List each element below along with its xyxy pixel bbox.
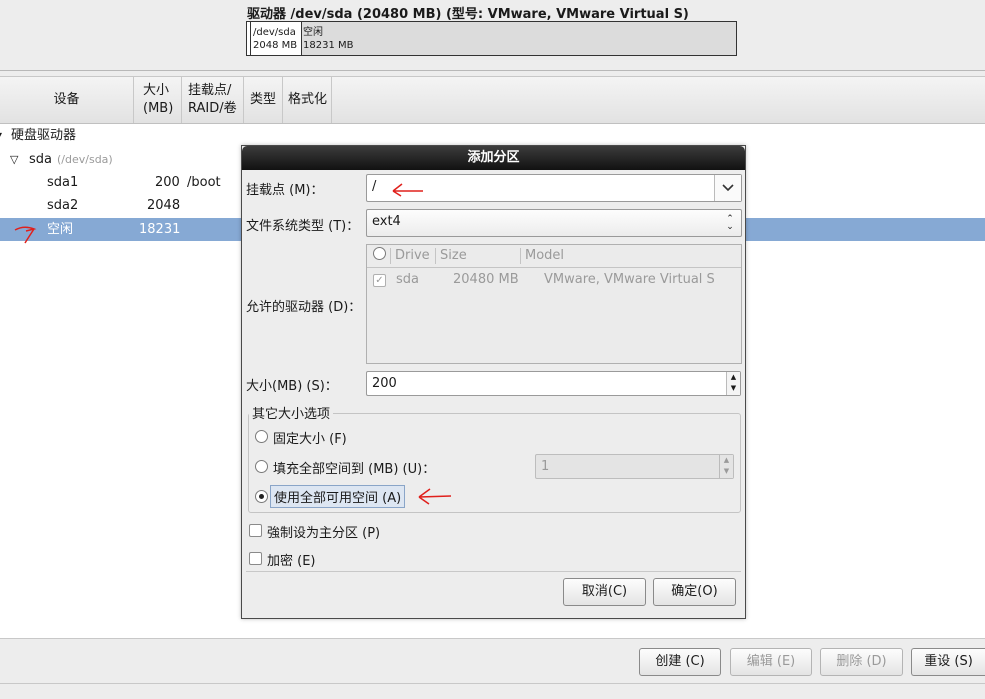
disk-name: sda (29, 152, 52, 167)
tree-header: 设备 大小 (MB) 挂载点/ RAID/卷 类型 格式化 (0, 77, 985, 124)
filesystem-select[interactable]: ext4 ⌃ ⌄ (366, 209, 742, 237)
annotation-arrow-icon (14, 226, 37, 244)
fill-all-label[interactable]: 使用全部可用空间 (A) (270, 485, 406, 508)
drive-size: 20480 MB (453, 272, 519, 287)
tree-row-hard-drives[interactable]: ▾ 硬盘驱动器 (0, 124, 985, 147)
filesystem-value: ext4 (372, 214, 401, 229)
column-device[interactable]: 设备 (0, 77, 134, 123)
select-arrows-icon[interactable]: ⌃ ⌄ (719, 210, 741, 236)
device-name: sda2 (47, 198, 79, 213)
segment-free-size: 18231 MB (303, 40, 354, 51)
dialog-title: 添加分区 (242, 146, 745, 170)
fill-upto-spinbox[interactable]: 1 ▲ ▼ (535, 454, 734, 479)
disk-path: (/dev/sda) (57, 153, 113, 166)
separator (246, 571, 741, 572)
cancel-button[interactable]: 取消(C) (563, 578, 646, 606)
fill-upto-value: 1 (541, 459, 550, 474)
column-format[interactable]: 格式化 (283, 77, 332, 123)
device-name: sda1 (47, 175, 79, 190)
header-check-icon (373, 247, 386, 260)
fill-all-radio[interactable] (255, 490, 268, 503)
segment-sda2-size: 2048 MB (253, 40, 298, 51)
reset-button[interactable]: 重设 (S) (911, 648, 985, 676)
segment-free-label: 空闲 (303, 27, 323, 38)
separator (520, 248, 521, 264)
delete-button[interactable]: 删除 (D) (820, 648, 903, 676)
separator (0, 683, 985, 684)
drive-checkbox[interactable]: ✓ (373, 274, 386, 287)
expander-icon[interactable]: ▾ (0, 124, 2, 147)
fixed-size-label[interactable]: 固定大小 (F) (273, 428, 347, 447)
force-primary-checkbox[interactable] (249, 524, 262, 537)
annotation-arrow-icon (392, 183, 423, 197)
force-primary-label[interactable]: 強制设为主分区 (P) (267, 522, 380, 541)
device-mount: /boot (187, 175, 221, 190)
size-spinbox[interactable]: 200 ▲ ▼ (366, 371, 741, 396)
add-partition-dialog: 添加分区 挂载点 (M)： / 文件系统类型 (T)： ext4 ⌃ ⌄ 允许的驱… (241, 145, 746, 619)
spin-arrows-icon[interactable]: ▲ ▼ (719, 455, 733, 478)
partition-segment-sda2[interactable]: /dev/sda 2048 MB (251, 22, 302, 55)
edit-button[interactable]: 编辑 (E) (730, 648, 812, 676)
separator (0, 70, 985, 71)
drives-column-drive[interactable]: Drive (395, 248, 430, 263)
column-size[interactable]: 大小 (MB) (134, 77, 182, 123)
drives-column-model[interactable]: Model (525, 248, 564, 263)
other-size-options-title: 其它大小选项 (249, 403, 334, 422)
drive-name: sda (396, 272, 419, 287)
device-name: 空闲 (47, 222, 74, 237)
drives-column-size[interactable]: Size (440, 248, 467, 263)
drive-model: VMware, VMware Virtual S (544, 272, 715, 287)
chevron-down-icon[interactable] (714, 175, 741, 201)
annotation-arrow-icon (418, 488, 452, 505)
spin-arrows-icon[interactable]: ▲ ▼ (726, 372, 740, 395)
fill-upto-label[interactable]: 填充全部空间到 (MB) (U)： (273, 458, 435, 477)
device-size: 2048 (147, 198, 181, 213)
drives-table-header: Drive Size Model (367, 245, 741, 268)
column-type[interactable]: 类型 (244, 77, 283, 123)
create-button[interactable]: 创建 (C) (639, 648, 721, 676)
mount-point-value: / (372, 179, 377, 194)
size-label: 大小(MB) (S)： (246, 379, 338, 394)
device-size: 200 (155, 175, 180, 190)
drive-title: 驱动器 /dev/sda (20480 MB) (型号: VMware, VMw… (247, 7, 689, 22)
filesystem-label: 文件系统类型 (T)： (246, 219, 360, 234)
size-value: 200 (372, 376, 397, 391)
column-mount[interactable]: 挂载点/ RAID/卷 (182, 77, 244, 123)
encrypt-label[interactable]: 加密 (E) (267, 550, 316, 569)
tree-root-label: 硬盘驱动器 (11, 128, 77, 143)
ok-button[interactable]: 确定(O) (653, 578, 736, 606)
mount-point-label: 挂载点 (M)： (246, 183, 324, 198)
separator (435, 248, 436, 264)
separator (390, 248, 391, 264)
fixed-size-radio[interactable] (255, 430, 268, 443)
drive-partition-map: /dev/sda 2048 MB 空闲 18231 MB (246, 21, 737, 56)
expander-icon[interactable]: ▽ (10, 148, 18, 171)
allowed-drives-table[interactable]: Drive Size Model ✓ sda 20480 MB VMware, … (366, 244, 742, 364)
encrypt-checkbox[interactable] (249, 552, 262, 565)
device-size: 18231 (139, 222, 181, 237)
partition-segment-free[interactable]: 空闲 18231 MB (302, 22, 353, 55)
segment-sda2-path: /dev/sda (253, 27, 296, 38)
fill-upto-radio[interactable] (255, 460, 268, 473)
allowed-drives-label: 允许的驱动器 (D)： (246, 300, 362, 315)
